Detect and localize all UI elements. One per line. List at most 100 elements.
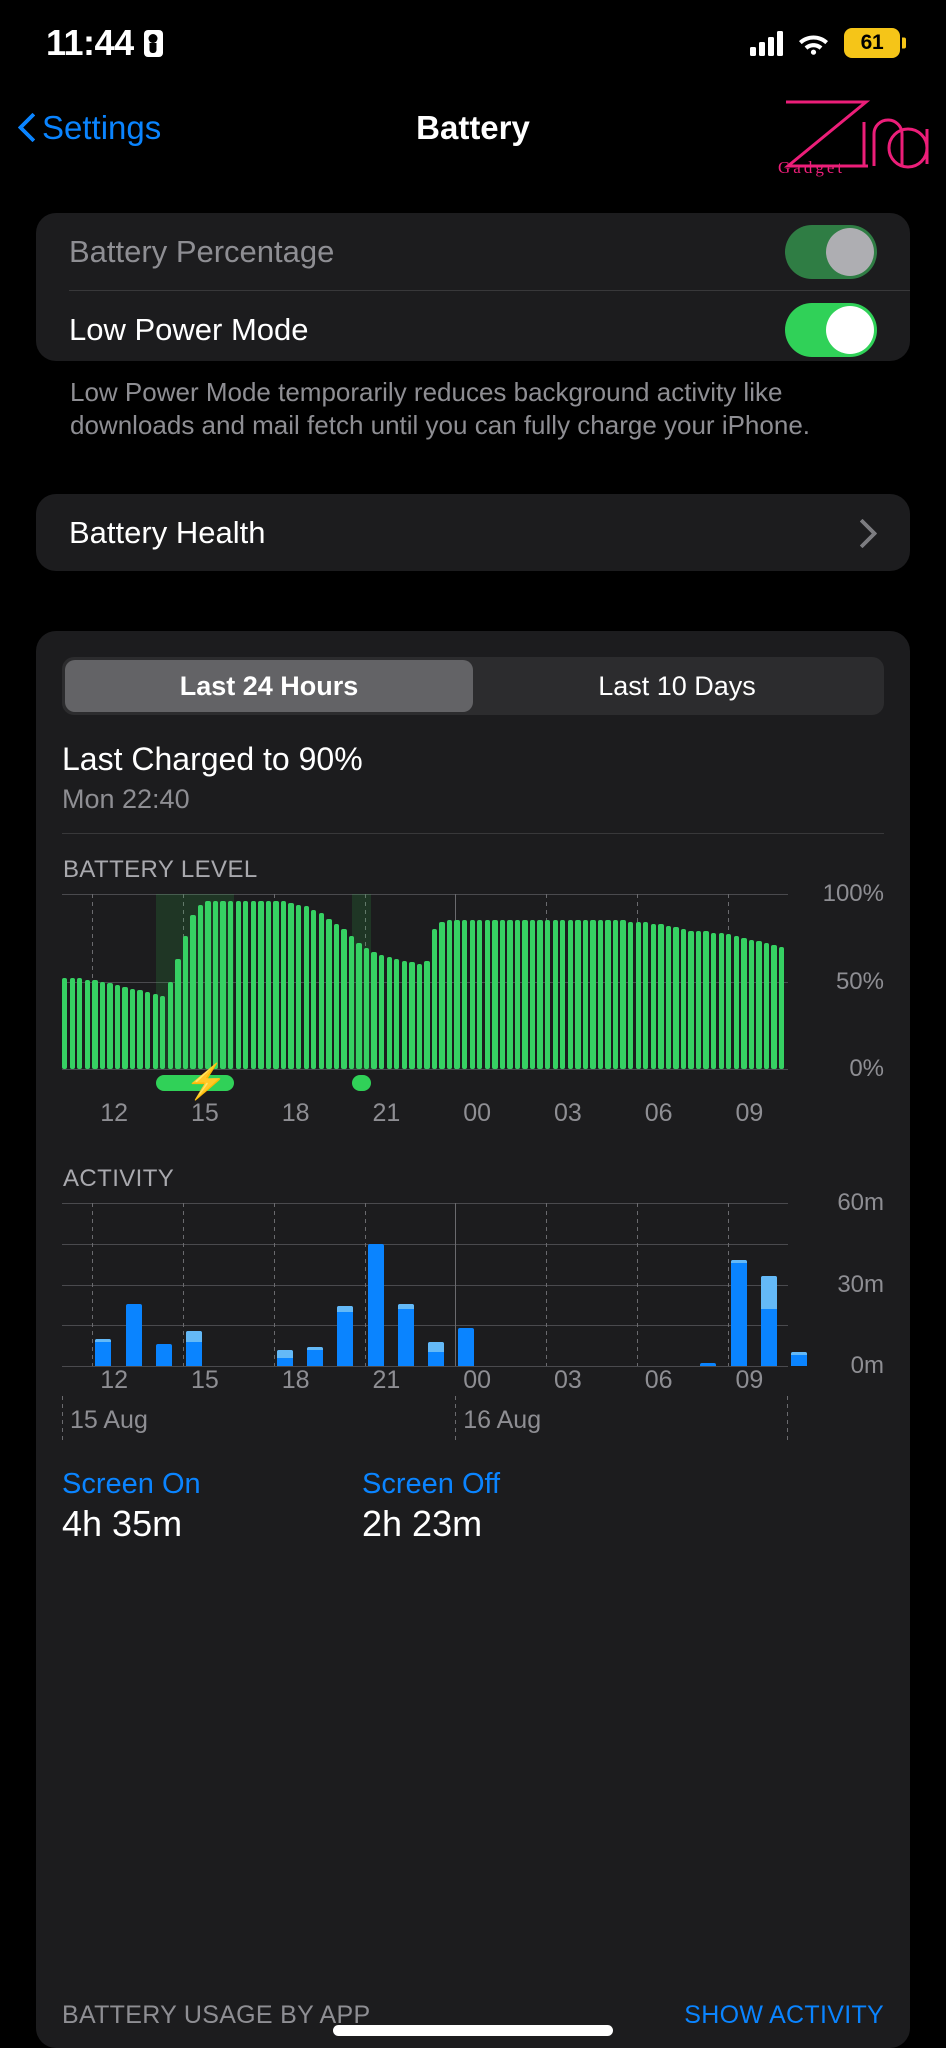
show-activity-button[interactable]: SHOW ACTIVITY xyxy=(684,2001,884,2030)
battery-level-bar xyxy=(152,993,158,1069)
battery-level-bar xyxy=(597,920,604,1069)
battery-level-bar xyxy=(650,923,657,1069)
activity-bar xyxy=(186,1330,202,1366)
activity-bar-screen-off-segment xyxy=(760,1276,777,1309)
battery-level-bar xyxy=(235,901,241,1069)
battery-level-y-axis: 0% 50% 100% xyxy=(794,880,884,1082)
battery-level-bar xyxy=(545,920,551,1069)
charging-indicator-pill xyxy=(352,1075,371,1091)
battery-level-bar xyxy=(197,904,204,1069)
back-to-settings-button[interactable]: Settings xyxy=(20,109,161,147)
activity-bar xyxy=(397,1303,414,1366)
row-battery-percentage[interactable]: Battery Percentage xyxy=(36,213,910,290)
battery-level-bar xyxy=(333,923,340,1069)
battery-level-bar xyxy=(280,901,287,1069)
portrait-lock-icon xyxy=(143,29,163,57)
battery-level-bar xyxy=(250,901,257,1069)
battery-level-bar xyxy=(567,920,573,1069)
battery-level-bar xyxy=(484,920,490,1069)
battery-toggles-card: Battery Percentage Low Power Mode xyxy=(36,213,910,361)
battery-level-bar xyxy=(424,960,430,1069)
gridline xyxy=(62,1325,788,1327)
battery-level-bar xyxy=(620,920,626,1069)
battery-level-bar xyxy=(748,939,755,1069)
battery-level-bar xyxy=(77,978,83,1069)
battery-level-plot xyxy=(62,894,788,1070)
battery-level-bar xyxy=(401,960,407,1069)
chevron-left-icon xyxy=(20,115,34,141)
cellular-signal-icon xyxy=(750,30,783,56)
battery-level-bar xyxy=(99,981,106,1069)
time-range-segmented-control[interactable]: Last 24 Hours Last 10 Days xyxy=(62,657,884,715)
battery-level-bar xyxy=(537,920,543,1069)
tab-last-10-days[interactable]: Last 10 Days xyxy=(473,660,881,712)
battery-settings-screen: 11:44 61 Settings Battery Gadget Battery… xyxy=(0,0,946,2048)
last-charged-title: Last Charged to 90% xyxy=(62,741,363,777)
low-power-mode-toggle[interactable] xyxy=(785,302,877,357)
battery-level-chart: 0% 50% 100% xyxy=(62,880,884,1082)
battery-level-bar xyxy=(311,909,317,1069)
activity-bar-screen-off-segment xyxy=(307,1346,323,1350)
activity-bar-screen-off-segment xyxy=(428,1341,444,1353)
battery-level-bar xyxy=(635,922,641,1069)
battery-level-bar xyxy=(461,920,468,1069)
screen-off-stat: Screen Off 2h 23m xyxy=(362,1468,662,1545)
activity-bar-screen-off-segment xyxy=(186,1330,202,1342)
axis-tick-line xyxy=(636,1203,638,1366)
battery-percentage-toggle[interactable] xyxy=(785,224,877,279)
battery-level-bar xyxy=(348,936,355,1069)
battery-level-bar xyxy=(69,978,75,1069)
battery-level-section-label: BATTERY LEVEL xyxy=(63,856,258,883)
battery-level-bar xyxy=(175,958,181,1069)
charging-bolt-icon: ⚡ xyxy=(185,1063,228,1101)
battery-usage-panel: Last 24 Hours Last 10 Days Last Charged … xyxy=(36,631,910,2048)
panel-divider xyxy=(62,833,884,834)
battery-level-bar xyxy=(778,946,785,1069)
row-battery-health[interactable]: Battery Health xyxy=(36,494,910,571)
battery-level-bar xyxy=(507,920,513,1069)
x-axis-label: 18 xyxy=(281,1366,310,1394)
screen-on-stat: Screen On 4h 35m xyxy=(62,1468,362,1545)
activity-x-axis: 12 15 18 21 00 03 06 09 15 Aug 16 Aug xyxy=(62,1366,884,1442)
battery-health-card[interactable]: Battery Health xyxy=(36,494,910,571)
home-indicator[interactable] xyxy=(333,2025,613,2036)
day-divider-line xyxy=(62,1396,63,1442)
battery-level-bar xyxy=(205,901,211,1069)
battery-level-bar xyxy=(258,901,264,1069)
x-axis-label: 21 xyxy=(372,1099,401,1127)
low-power-mode-footnote: Low Power Mode temporarily reduces backg… xyxy=(70,377,810,440)
battery-level-bar xyxy=(741,937,747,1069)
battery-level-bar xyxy=(673,927,679,1069)
axis-tick-line xyxy=(455,1203,457,1366)
row-low-power-mode[interactable]: Low Power Mode xyxy=(36,291,910,368)
battery-level-bar xyxy=(386,957,392,1069)
activity-bar-screen-off-segment xyxy=(337,1306,354,1312)
axis-tick-line xyxy=(364,1203,366,1366)
battery-level-bar xyxy=(363,948,370,1069)
battery-level-bar xyxy=(733,936,740,1069)
battery-level-bar xyxy=(560,920,566,1069)
battery-level-bars xyxy=(62,901,788,1069)
battery-level-bar xyxy=(318,913,324,1069)
x-axis-label: 03 xyxy=(554,1366,582,1394)
battery-level-bar xyxy=(499,920,506,1069)
x-axis-label: 09 xyxy=(735,1099,764,1127)
day-divider-line xyxy=(455,1396,457,1442)
status-bar: 11:44 61 xyxy=(0,0,946,86)
battery-level-bar xyxy=(688,930,694,1069)
battery-level-bar xyxy=(552,920,558,1069)
x-axis-label: 09 xyxy=(735,1366,764,1394)
screen-on-label: Screen On xyxy=(62,1468,201,1500)
battery-level-bar xyxy=(378,955,385,1069)
tab-last-24-hours[interactable]: Last 24 Hours xyxy=(65,660,473,712)
x-axis-label: 00 xyxy=(463,1099,492,1127)
battery-level-bar xyxy=(643,922,649,1069)
battery-level-bar xyxy=(711,932,717,1069)
x-axis-label: 15 xyxy=(191,1366,219,1394)
battery-level-bar xyxy=(454,920,460,1069)
axis-tick-line xyxy=(727,1203,729,1366)
battery-level-bar xyxy=(114,985,121,1069)
battery-level-bar xyxy=(212,901,219,1069)
x-axis-label: 12 xyxy=(100,1099,129,1127)
battery-percentage-label: Battery Percentage xyxy=(69,233,335,269)
